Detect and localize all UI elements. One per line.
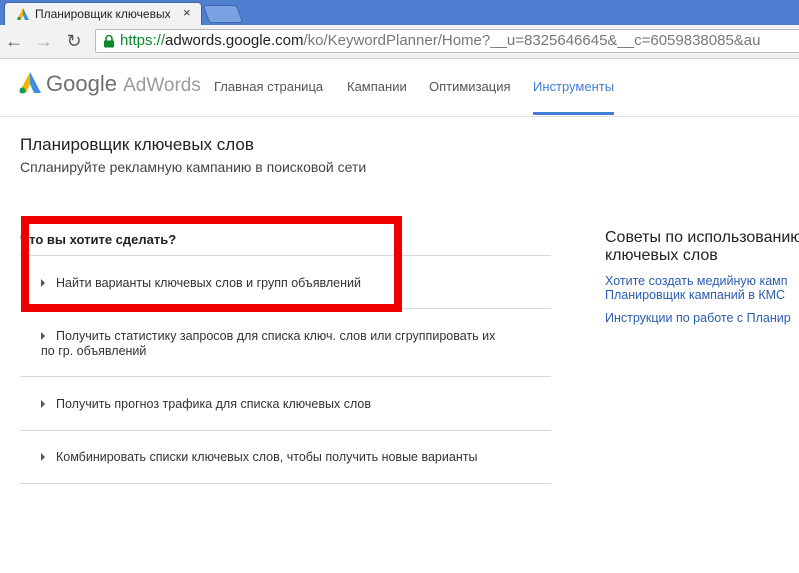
browser-tabstrip: Планировщик ключевых × — [0, 0, 799, 25]
adwords-favicon-icon — [17, 8, 29, 20]
back-arrow-icon[interactable]: ← — [4, 31, 24, 51]
forward-arrow-icon[interactable]: → — [34, 31, 54, 51]
adwords-logo-icon — [19, 72, 41, 94]
expand-arrow-icon — [41, 400, 45, 408]
expand-arrow-icon — [41, 332, 45, 340]
tips-heading-line2: ключевых слов — [605, 247, 718, 264]
url-text: https://adwords.google.com/ko/KeywordPla… — [120, 32, 760, 49]
adwords-brand[interactable]: Google AdWords — [46, 71, 201, 97]
adwords-header: Google AdWords Главная страница Кампании… — [0, 59, 799, 117]
url-host: adwords.google.com — [165, 32, 304, 49]
tips-heading-line1: Советы по использованию — [605, 229, 799, 246]
divider — [20, 376, 551, 377]
nav-home[interactable]: Главная страница — [214, 79, 323, 94]
tab-title: Планировщик ключевых — [35, 7, 171, 21]
reload-icon[interactable]: ↻ — [64, 31, 84, 51]
nav-tools[interactable]: Инструменты — [533, 79, 614, 94]
page-subtitle: Спланируйте рекламную кампанию в поисков… — [20, 159, 367, 175]
page-title: Планировщик ключевых слов — [20, 135, 254, 154]
option-label: Комбинировать списки ключевых слов, чтоб… — [56, 450, 478, 464]
active-nav-underline — [533, 112, 614, 115]
tip-link-instructions[interactable]: Инструкции по работе с Планир — [605, 311, 791, 325]
tip-link-display-planner[interactable]: Хотите создать медийную камп Планировщик… — [605, 274, 788, 302]
divider — [20, 430, 551, 431]
highlight-annotation-box — [21, 216, 402, 312]
browser-toolbar: ← → ↻ https://adwords.google.com/ko/Keyw… — [0, 25, 799, 59]
browser-tab[interactable]: Планировщик ключевых × — [4, 2, 202, 25]
tab-close-icon[interactable]: × — [183, 5, 191, 20]
expand-arrow-icon — [41, 453, 45, 461]
lock-icon — [104, 35, 114, 48]
nav-campaigns[interactable]: Кампании — [347, 79, 407, 94]
option-label-line2: по гр. объявлений — [41, 344, 147, 358]
url-scheme: https:// — [120, 32, 166, 49]
brand-adwords: AdWords — [123, 75, 201, 96]
nav-optimization[interactable]: Оптимизация — [429, 79, 511, 94]
brand-google: Google — [46, 71, 117, 96]
address-bar[interactable]: https://adwords.google.com/ko/KeywordPla… — [95, 29, 799, 53]
new-tab-button[interactable] — [202, 5, 244, 23]
divider — [20, 483, 551, 484]
url-path: /ko/KeywordPlanner/Home?__u=8325646645&_… — [303, 32, 761, 49]
option-label: Получить прогноз трафика для списка ключ… — [56, 397, 371, 411]
tips-heading: Советы по использованию ключевых слов — [605, 229, 799, 265]
tip-link-line2: Планировщик кампаний в КМС — [605, 288, 786, 302]
option-label-line1: Получить статистику запросов для списка … — [56, 329, 496, 343]
tip-link-line1: Хотите создать медийную камп — [605, 274, 788, 288]
